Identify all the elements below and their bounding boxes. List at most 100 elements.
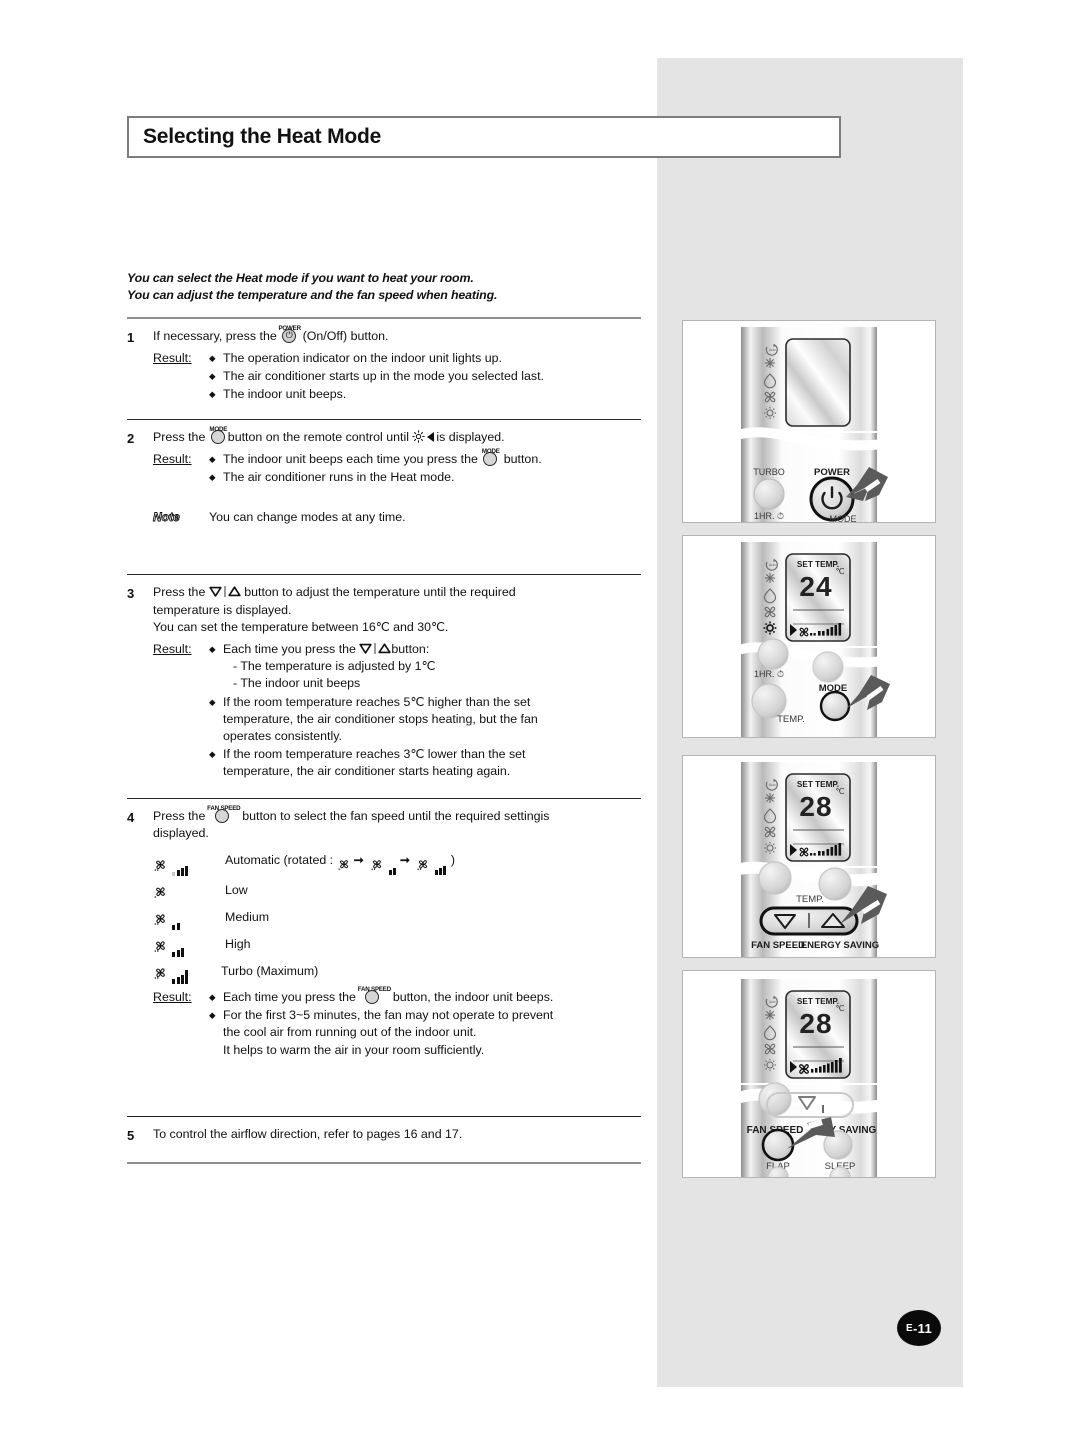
step-3-result-after: button: [391, 642, 430, 657]
fan-level-bars [172, 859, 189, 877]
note-text: You can change modes at any time. [209, 510, 406, 525]
button-separator [374, 643, 377, 655]
step-3-result-list: Each time you press the button: - The te… [209, 641, 538, 782]
temp-down-icon [359, 642, 373, 654]
svg-text:TEMP.: TEMP. [796, 894, 824, 905]
fan-speed-icon-circle [214, 808, 229, 823]
step-3-number: 3 [127, 586, 135, 602]
step-3-line-3: You can set the temperature between 16℃ … [153, 619, 449, 634]
step-4-result2-line1: For the first 3~5 minutes, the fan may n… [223, 1008, 554, 1023]
fan-level-bars [388, 858, 397, 876]
page-title-box: Selecting the Heat Mode [127, 116, 841, 158]
step-3-result3-line2: temperature, the air conditioner starts … [223, 764, 511, 779]
illustration-panel-temp: Auto SET TEMP. 28 ℃ TEMP. FAN SPEED ENER… [682, 755, 936, 958]
fan-speed-row-high: High [153, 934, 641, 958]
illustration-panel-power: Auto TURBO 1HR. ⏱ POWER MODE [682, 320, 936, 523]
svg-text:ENERGY SAVING: ENERGY SAVING [801, 940, 879, 951]
note-label: Note [153, 510, 181, 525]
list-item: For the first 3~5 minutes, the fan may n… [209, 1007, 553, 1059]
intro-line-1: You can select the Heat mode if you want… [127, 271, 474, 285]
power-button-icon: POWER ⏻ [278, 325, 301, 343]
svg-text:℃: ℃ [836, 787, 845, 796]
fan-speed-label-low: Low [225, 882, 248, 897]
divider [127, 1161, 641, 1164]
step-5-number: 5 [127, 1128, 135, 1144]
svg-text:TURBO: TURBO [753, 467, 785, 477]
list-item: If the room temperature reaches 5℃ highe… [209, 694, 538, 746]
svg-text:SET TEMP.: SET TEMP. [797, 780, 839, 789]
illustration-panel-mode: Auto SET TEMP. 24 ℃ 1HR. ⏱ TEMP. MODE [682, 535, 936, 738]
step-2-result: Result: The indoor unit beeps each time … [153, 448, 641, 487]
svg-text:POWER: POWER [814, 467, 850, 478]
step-4-text: Press the FAN SPEED button to select the… [153, 805, 641, 825]
step-4-result2-line3: It helps to warm the air in your room su… [223, 1042, 485, 1057]
fan-blade-icon [153, 938, 185, 958]
fan-icon-turbo [153, 961, 221, 985]
list-item: The operation indicator on the indoor un… [209, 350, 544, 367]
fan-blade-icon [337, 856, 351, 872]
list-item: If the room temperature reaches 3℃ lower… [209, 746, 538, 780]
step-1-text-before: If necessary, press the [153, 328, 277, 343]
temp-down-icon [209, 585, 222, 598]
step-3-result2-line3: operates consistently. [223, 729, 342, 744]
step-4-result2-line2: the cool air from running out of the ind… [223, 1025, 477, 1040]
lcd-set-temp-label: SET TEMP. [797, 560, 839, 569]
fan-level-bars [172, 967, 189, 985]
step-2-text-after: is displayed. [436, 429, 505, 444]
temp-up-icon [378, 642, 392, 654]
step-4-number: 4 [127, 809, 135, 825]
step-3-sub-1: - The temperature is adjusted by 1℃ [233, 659, 436, 674]
fan-speed-label-medium: Medium [225, 909, 270, 924]
step-4-result-before: Each time you press the [223, 990, 356, 1005]
mode-button-icon: MODE [209, 426, 228, 444]
arrow-right-icon: ➞ [399, 853, 410, 868]
list-item: The indoor unit beeps. [209, 386, 544, 403]
fan-speed-label-turbo: Turbo (Maximum) [221, 963, 319, 978]
left-triangle-indicator-icon [427, 431, 435, 442]
step-3: 3 Press the button to adjust the tempera… [127, 575, 641, 797]
svg-text:Auto: Auto [769, 563, 776, 567]
lcd-unit: ℃ [836, 567, 845, 576]
step-1-text: If necessary, press the POWER ⏻ (On/Off)… [153, 325, 641, 345]
mode-icon-circle [210, 429, 225, 444]
step-1-result: Result: The operation indicator on the i… [153, 350, 641, 405]
step-3-text-before: Press the [153, 585, 206, 600]
fan-speed-row-automatic: Automatic (rotated : ➞ ➞ ) [153, 852, 641, 877]
fan-blade-icon [153, 857, 189, 877]
step-3-result2-line2: temperature, the air conditioner stops h… [223, 711, 538, 726]
svg-text:MODE: MODE [830, 514, 857, 522]
illustration-panel-fanspeed: Auto SET TEMP. 28 ℃ FAN SPEED GY SAVING … [682, 970, 936, 1178]
step-3-text: Press the button to adjust the temperatu… [153, 584, 641, 601]
fan-automatic-close: ) [450, 853, 456, 868]
step-2-result-before: The indoor unit beeps each time you pres… [223, 451, 478, 466]
instruction-column: You can select the Heat mode if you want… [127, 270, 641, 1164]
mode-button-icon: MODE [481, 448, 500, 466]
fan-speed-button-icon: FAN SPEED [207, 805, 241, 823]
fan-blade-icon [416, 856, 448, 876]
step-4-line-2: displayed. [153, 825, 209, 840]
list-item: Each time you press the FAN SPEED button… [209, 986, 554, 1006]
fan-icon-high [153, 934, 225, 958]
svg-text:TEMP.: TEMP. [777, 714, 805, 725]
list-item: The indoor unit beeps each time you pres… [209, 448, 542, 468]
step-3-line-2: temperature is displayed. [153, 602, 292, 617]
temp-up-icon [228, 585, 241, 597]
intro-paragraph: You can select the Heat mode if you want… [127, 270, 641, 305]
svg-text:FAN SPEED: FAN SPEED [751, 940, 805, 951]
svg-text:28: 28 [799, 1008, 832, 1039]
page-number-suffix: -11 [913, 1320, 932, 1336]
step-2-number: 2 [127, 430, 135, 446]
result-label: Result: [153, 351, 192, 366]
svg-text:Auto: Auto [769, 1000, 776, 1004]
step-2-text-mid: button on the remote control until [227, 429, 409, 444]
fan-speed-label-high: High [225, 936, 251, 951]
step-3-result: Result: Each time you press the button: … [153, 641, 641, 782]
fan-level-bars [434, 858, 448, 876]
fan-speed-list: Automatic (rotated : ➞ ➞ ) Low Medium Hi… [153, 852, 641, 985]
fan-icon-automatic [153, 853, 225, 877]
step-4-result-after: button, the indoor unit beeps. [392, 990, 554, 1005]
svg-text:SET TEMP.: SET TEMP. [797, 997, 839, 1006]
fan-blade-icon [153, 965, 189, 985]
step-1-text-after: (On/Off) button. [302, 328, 389, 343]
list-item: The air conditioner runs in the Heat mod… [209, 469, 542, 486]
